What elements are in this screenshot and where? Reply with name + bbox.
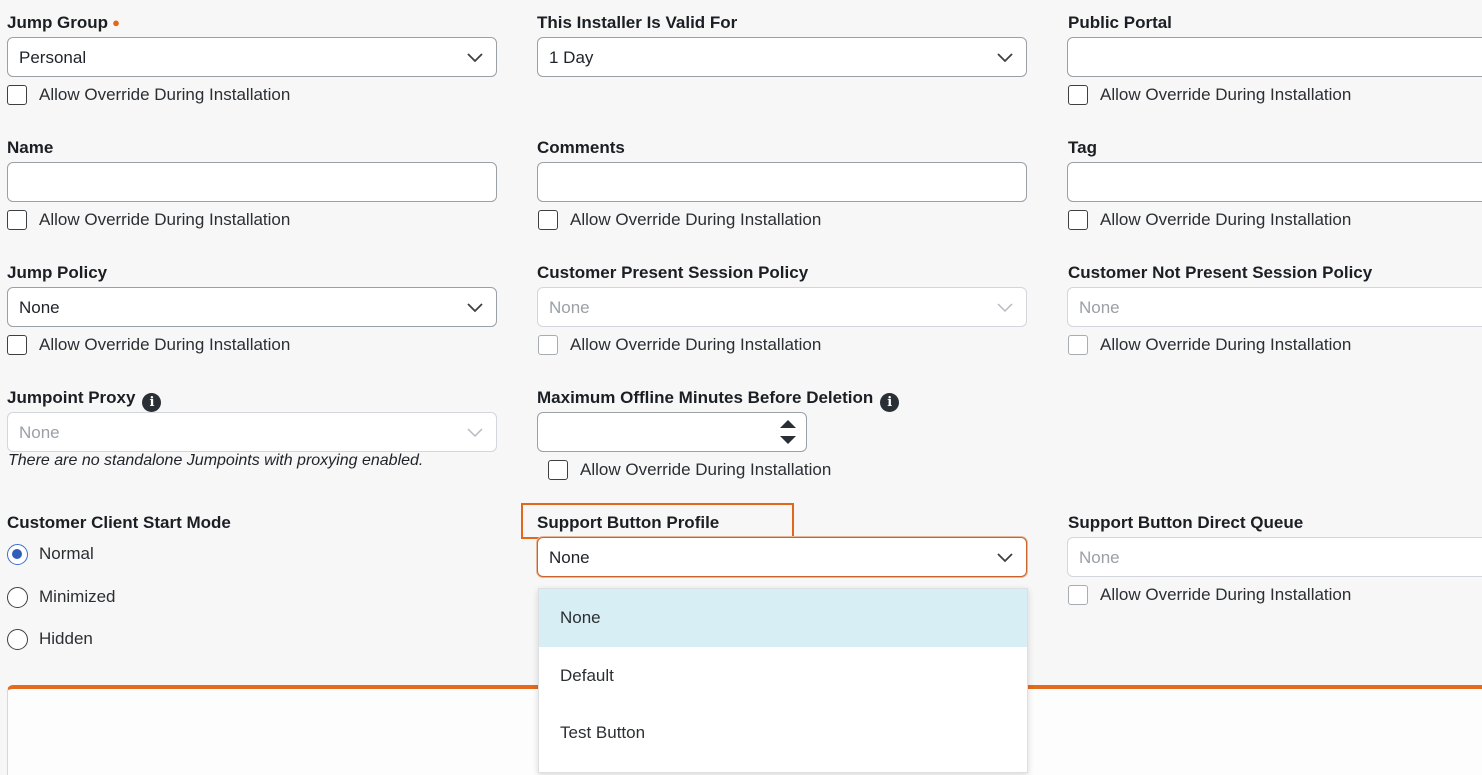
override-checkbox[interactable] [7, 335, 27, 355]
jump-policy-value: None [19, 298, 60, 317]
override-checkbox [538, 335, 558, 355]
customer-not-present-policy-select: None [1067, 287, 1482, 327]
override-checkbox [1068, 335, 1088, 355]
installer-valid-label: This Installer Is Valid For [537, 13, 738, 32]
override-checkbox[interactable] [7, 85, 27, 105]
installer-valid-select[interactable]: 1 Day [537, 37, 1027, 77]
jump-policy-label: Jump Policy [7, 263, 108, 282]
chevron-down-icon [467, 53, 483, 63]
radio-hidden[interactable]: Hidden [7, 627, 93, 651]
support-button-queue-value: None [1079, 548, 1120, 567]
override-label: Allow Override During Installation [570, 335, 822, 354]
chevron-down-icon [997, 53, 1013, 63]
name-override[interactable]: Allow Override During Installation [7, 208, 290, 232]
comments-label: Comments [537, 138, 625, 157]
jumpoint-proxy-value: None [19, 423, 60, 442]
customer-present-policy-override: Allow Override During Installation [538, 333, 821, 357]
jump-group-override[interactable]: Allow Override During Installation [7, 83, 290, 107]
chevron-down-icon [467, 303, 483, 313]
customer-present-policy-value: None [549, 298, 590, 317]
radio-button[interactable] [7, 586, 28, 608]
name-input[interactable] [7, 162, 497, 202]
public-portal-label: Public Portal [1068, 13, 1172, 32]
customer-not-present-policy-label: Customer Not Present Session Policy [1068, 263, 1373, 282]
support-button-profile-value: None [549, 548, 590, 567]
override-checkbox[interactable] [538, 210, 558, 230]
jumpoint-proxy-note: There are no standalone Jumpoints with p… [8, 452, 424, 469]
customer-present-policy-select: None [537, 287, 1027, 327]
radio-button[interactable] [7, 628, 28, 650]
jump-group-label: Jump Group ● [7, 13, 120, 32]
radio-label: Normal [39, 544, 94, 563]
support-button-queue-label: Support Button Direct Queue [1068, 513, 1304, 532]
radio-normal[interactable]: Normal [7, 542, 94, 566]
radio-label: Minimized [39, 587, 116, 606]
override-label: Allow Override During Installation [39, 335, 291, 354]
override-label: Allow Override During Installation [570, 210, 822, 229]
override-label: Allow Override During Installation [1100, 335, 1352, 354]
name-label: Name [7, 138, 54, 157]
override-label: Allow Override During Installation [39, 210, 291, 229]
comments-input[interactable] [537, 162, 1027, 202]
chevron-down-icon [997, 553, 1013, 563]
info-icon[interactable]: i [142, 393, 162, 412]
customer-not-present-policy-override: Allow Override During Installation [1068, 333, 1351, 357]
jumpoint-proxy-select: None [7, 412, 497, 452]
jump-group-value: Personal [19, 48, 87, 67]
dropdown-option-default[interactable]: Default [539, 647, 1027, 705]
dropdown-option-test-button[interactable]: Test Button [539, 704, 1027, 762]
tag-input[interactable] [1067, 162, 1482, 202]
jump-policy-select[interactable]: None [7, 287, 497, 327]
override-checkbox[interactable] [7, 210, 27, 230]
dropdown-option-none[interactable]: None [539, 589, 1027, 647]
override-checkbox[interactable] [548, 460, 568, 480]
override-checkbox[interactable] [1068, 210, 1088, 230]
tag-label: Tag [1068, 138, 1097, 157]
max-offline-override[interactable]: Allow Override During Installation [548, 458, 831, 482]
max-offline-input[interactable] [537, 412, 807, 452]
jumpoint-proxy-label: Jumpoint Proxy i [7, 388, 162, 412]
public-portal-override[interactable]: Allow Override During Installation [1068, 83, 1351, 107]
chevron-down-icon [997, 303, 1013, 313]
support-button-profile-select[interactable]: None [537, 537, 1027, 577]
override-checkbox[interactable] [1068, 85, 1088, 105]
required-marker: ● [112, 15, 120, 30]
override-label: Allow Override During Installation [39, 85, 291, 104]
start-mode-label: Customer Client Start Mode [7, 513, 231, 532]
radio-label: Hidden [39, 629, 93, 648]
jump-group-select[interactable]: Personal [7, 37, 497, 77]
tag-override[interactable]: Allow Override During Installation [1068, 208, 1351, 232]
highlight-annotation [521, 503, 794, 539]
radio-button[interactable] [7, 543, 28, 565]
support-button-profile-dropdown: None Default Test Button [538, 588, 1028, 773]
public-portal-select[interactable] [1067, 37, 1482, 77]
installer-valid-value: 1 Day [549, 48, 594, 67]
override-label: Allow Override During Installation [580, 460, 832, 479]
max-offline-label: Maximum Offline Minutes Before Deletion i [537, 388, 900, 412]
radio-minimized[interactable]: Minimized [7, 585, 116, 609]
override-label: Allow Override During Installation [1100, 210, 1352, 229]
customer-not-present-policy-value: None [1079, 298, 1120, 317]
comments-override[interactable]: Allow Override During Installation [538, 208, 821, 232]
override-checkbox [1068, 585, 1088, 605]
info-icon[interactable]: i [880, 393, 900, 412]
spinner-arrows-icon[interactable] [778, 416, 798, 448]
customer-present-policy-label: Customer Present Session Policy [537, 263, 809, 282]
support-button-queue-select: None [1067, 537, 1482, 577]
override-label: Allow Override During Installation [1100, 585, 1352, 604]
chevron-down-icon [467, 428, 483, 438]
jump-policy-override[interactable]: Allow Override During Installation [7, 333, 290, 357]
support-button-queue-override: Allow Override During Installation [1068, 583, 1351, 607]
override-label: Allow Override During Installation [1100, 85, 1352, 104]
